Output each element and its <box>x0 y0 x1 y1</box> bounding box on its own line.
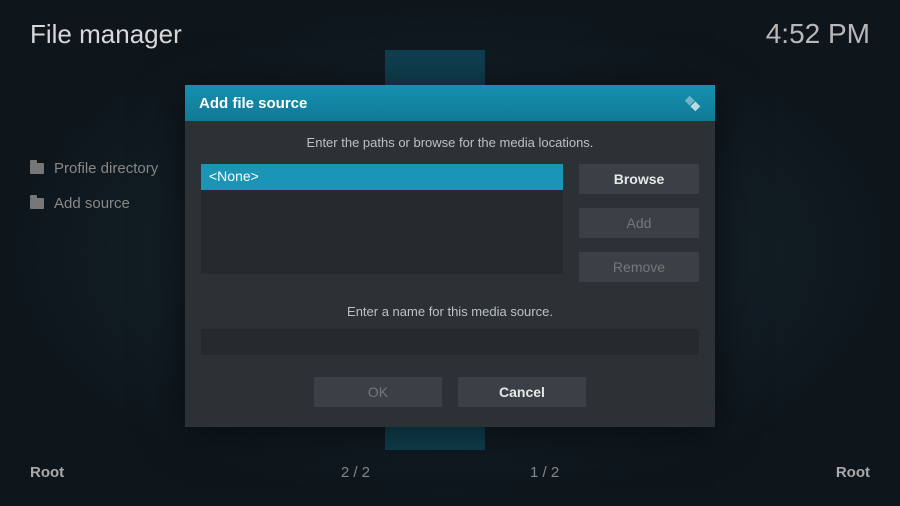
sidebar-item-label: Add source <box>54 195 130 212</box>
sidebar-item-label: Profile directory <box>54 160 158 177</box>
sidebar-item-add-source[interactable]: Add source <box>30 195 158 212</box>
footer-root-left: Root <box>30 464 64 481</box>
name-label: Enter a name for this media source. <box>201 304 699 319</box>
path-input[interactable]: <None> <box>201 164 563 190</box>
browse-button[interactable]: Browse <box>579 164 699 194</box>
remove-button[interactable]: Remove <box>579 252 699 282</box>
footer-root-right: Root <box>836 464 870 481</box>
dialog-title: Add file source <box>199 95 307 112</box>
sidebar-item-profile-directory[interactable]: Profile directory <box>30 160 158 177</box>
add-file-source-dialog: Add file source Enter the paths or brows… <box>185 85 715 427</box>
page-title: File manager <box>30 19 182 50</box>
add-button[interactable]: Add <box>579 208 699 238</box>
footer-count-left: 2 / 2 <box>341 464 370 481</box>
cancel-button[interactable]: Cancel <box>458 377 586 407</box>
ok-button[interactable]: OK <box>314 377 442 407</box>
paths-list: <None> <box>201 164 563 274</box>
sidebar: Profile directory Add source <box>30 160 158 212</box>
dialog-instruction: Enter the paths or browse for the media … <box>201 135 699 150</box>
clock: 4:52 PM <box>766 18 870 50</box>
source-name-input[interactable] <box>201 329 699 355</box>
folder-icon <box>30 198 44 209</box>
folder-icon <box>30 163 44 174</box>
footer-bar: Root 2 / 2 1 / 2 Root <box>0 464 900 481</box>
footer-count-right: 1 / 2 <box>530 464 559 481</box>
kodi-logo-icon <box>683 94 701 112</box>
dialog-header: Add file source <box>185 85 715 121</box>
